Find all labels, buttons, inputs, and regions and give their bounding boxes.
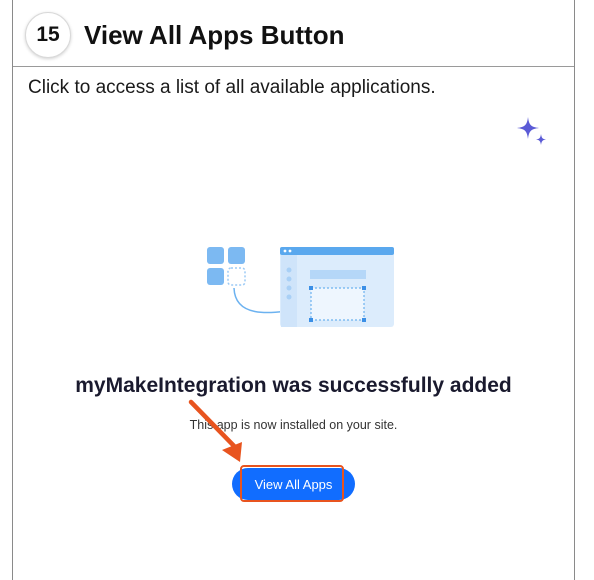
annotation-arrow xyxy=(188,398,258,473)
sparkle-icon xyxy=(515,115,551,156)
tutorial-step-card: 15 View All Apps Button Click to access … xyxy=(12,0,575,580)
step-description: Click to access a list of all available … xyxy=(28,77,436,98)
step-number-badge: 15 xyxy=(25,12,71,58)
success-title: myMakeIntegration was successfully added xyxy=(75,374,512,397)
divider xyxy=(13,66,574,67)
app-install-illustration xyxy=(205,244,395,335)
step-title: View All Apps Button xyxy=(84,19,345,50)
success-subtitle: This app is now installed on your site. xyxy=(189,418,398,432)
step-header: 15 View All Apps Button xyxy=(25,12,344,58)
